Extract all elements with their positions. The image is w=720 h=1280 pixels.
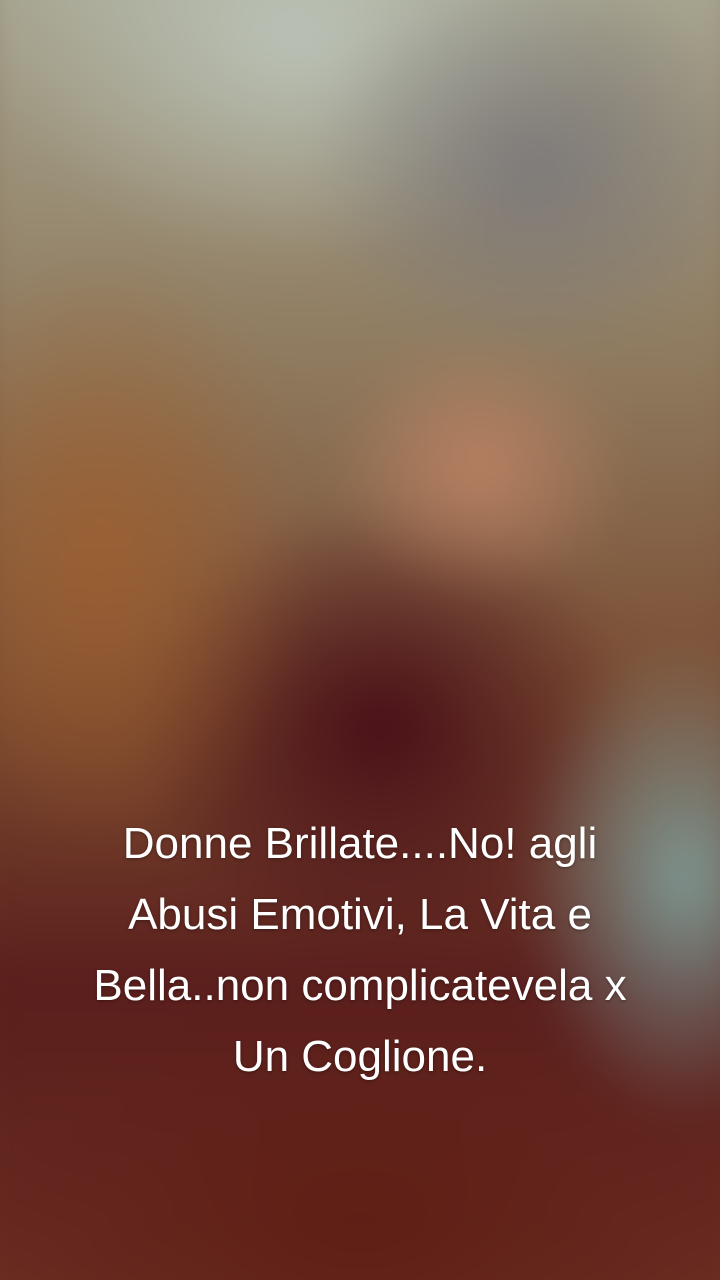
caption-line-2: Abusi Emotivi, La Vita e bbox=[128, 890, 592, 939]
caption-line-3: Bella..non complicatevela x bbox=[93, 961, 627, 1010]
caption-line-1: Donne Brillate....No! agli bbox=[122, 819, 598, 868]
caption-overlay: Donne Brillate....No! agli Abusi Emotivi… bbox=[0, 808, 720, 1092]
video-frame[interactable]: Donne Brillate....No! agli Abusi Emotivi… bbox=[0, 0, 720, 1280]
caption-line-4: Un Coglione. bbox=[232, 1032, 488, 1081]
